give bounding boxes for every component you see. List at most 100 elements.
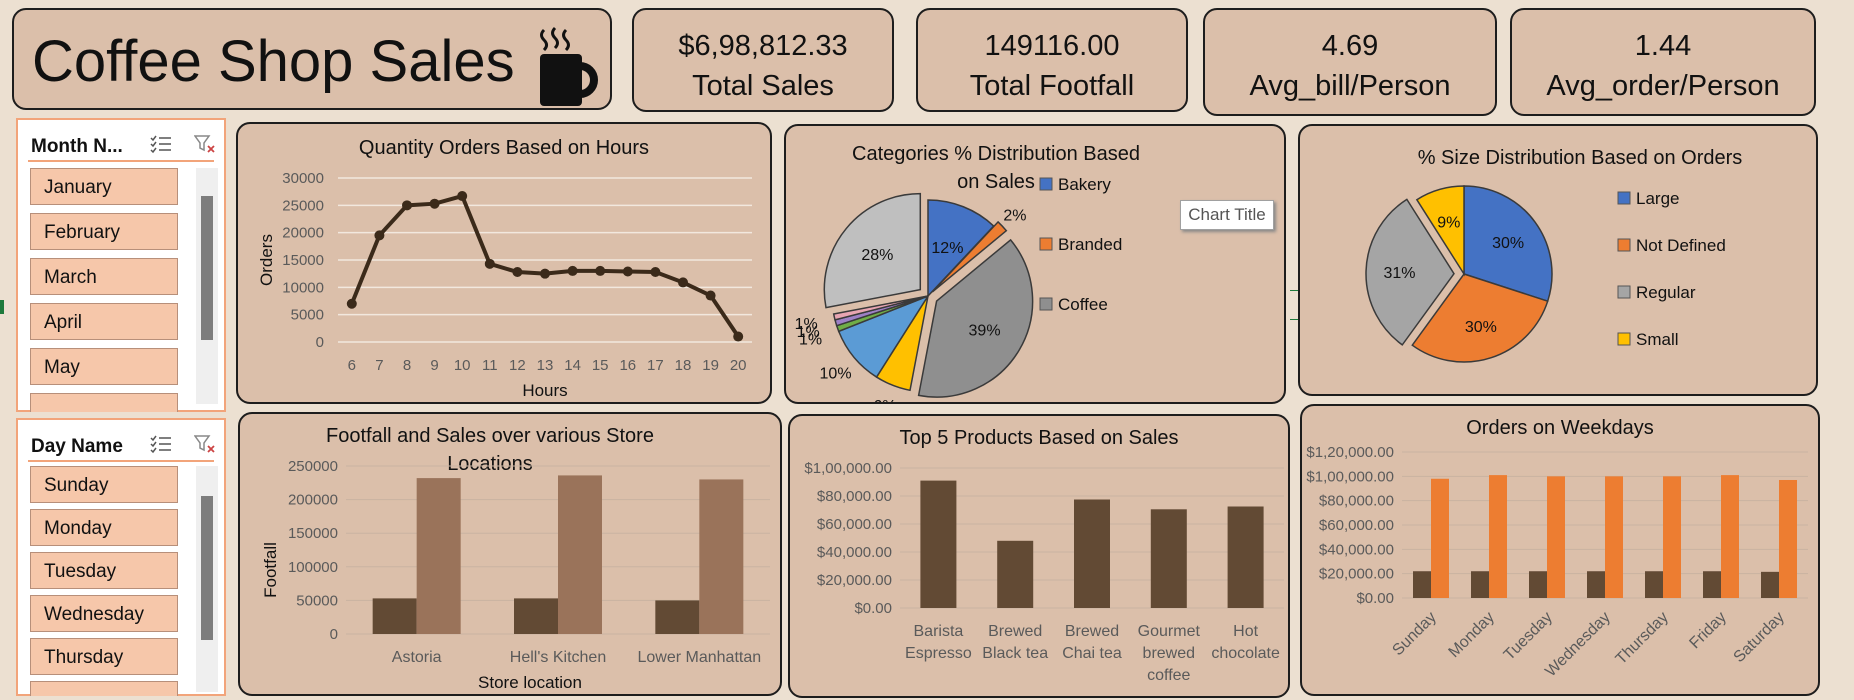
bar [372,598,417,634]
chart-hourly-orders[interactable]: Quantity Orders Based on Hours 30000 2500… [236,122,772,404]
legend-swatch [1039,237,1053,251]
x-tick-label: 9 [430,357,438,374]
y-tick-label: $0.00 [1356,590,1394,607]
kpi-total-footfall: 149116.00 Total Footfall [916,8,1188,112]
kpi-label: Total Footfall [969,70,1135,102]
month-slicer[interactable]: Month N... January February March April … [16,118,226,412]
bar [699,479,744,634]
x-tick-label: 20 [730,357,747,374]
bar [1761,571,1779,598]
legend-label: Regular [1636,283,1696,302]
legend-swatch [1039,177,1053,191]
chart-store-locations[interactable]: Footfall and Sales over various Store Lo… [238,412,782,696]
slice-label: 28% [861,247,893,264]
slicer-item-april[interactable]: April [30,303,178,340]
pie-chart: 30% 30% 31% 9% Large Not Defined Regular Small [1365,185,1726,363]
slicer-item-january[interactable]: January [30,168,178,205]
kpi-label: Avg_bill/Person [1249,70,1451,102]
multi-select-icon[interactable] [150,434,172,454]
kpi-label: Avg_order/Person [1546,70,1780,102]
chart-weekday-orders[interactable]: Orders on Weekdays $1,20,000.00 $1,00,000… [1300,404,1820,696]
bar [1587,571,1605,598]
x-tick-label: Thursday [1613,609,1672,668]
kpi-avg-bill: 4.69 Avg_bill/Person [1203,8,1497,116]
slicer-item-tuesday[interactable]: Tuesday [30,552,178,589]
x-axis-label: Hours [522,381,567,400]
slice-label: 10% [820,365,852,382]
title-banner: Coffee Shop Sales [12,8,612,110]
x-tick-label: Barista Espresso [905,623,972,662]
y-tick-label: 100000 [288,559,338,576]
clear-filter-icon[interactable] [194,434,216,454]
slicer-scrollbar-thumb[interactable] [201,196,213,340]
legend-swatch [1617,332,1631,346]
y-tick-label: $60,000.00 [817,516,892,533]
kpi-value: 1.44 [1634,30,1692,62]
bar [1471,571,1489,598]
slice-label: 12% [931,240,963,257]
x-tick-label: 12 [509,357,526,374]
x-tick-label: 14 [564,357,581,374]
x-tick-label: Sunday [1389,609,1439,659]
bar [1227,506,1264,608]
legend-swatch [1617,238,1631,252]
clear-filter-icon[interactable] [194,134,216,154]
day-slicer[interactable]: Day Name Sunday Monday Tuesday Wednesday… [16,418,226,696]
x-tick-label: 19 [702,357,719,374]
x-tick-label: Brewed Black tea [982,623,1048,662]
y-tick-label: $80,000.00 [1319,493,1394,510]
slice-label: 1% [795,316,818,333]
bar [920,480,957,608]
bar [1605,476,1623,598]
x-tick-label: Brewed Chai tea [1062,623,1122,662]
slicer-item-sunday[interactable]: Sunday [30,466,178,503]
connector-marker [1290,290,1298,320]
x-tick-label: 8 [403,357,411,374]
bar [1547,476,1565,598]
chart-top-products[interactable]: Top 5 Products Based on Sales $1,00,000.… [788,414,1290,698]
slicer-item-february[interactable]: February [30,213,178,250]
x-tick-label: Tuesday [1501,609,1556,664]
bar [514,598,558,634]
slicer-item-march[interactable]: March [30,258,178,295]
data-point [622,266,633,277]
multi-select-icon[interactable] [150,134,172,154]
sheet-row-marker [0,300,4,314]
bar [1645,571,1663,598]
x-tick-label: 13 [537,357,554,374]
kpi-avg-order: 1.44 Avg_order/Person [1510,8,1816,116]
y-tick-label: 25000 [282,197,324,214]
data-point [512,267,523,278]
bar [1150,509,1187,608]
chart-category-pie[interactable]: Categories % Distribution Based on Sales… [784,124,1286,404]
pie-chart: 12%2%39%6%10%1%1%1%28%BakeryBrandedCoffe… [795,175,1123,402]
dashboard-title: Coffee Shop Sales [32,29,515,94]
line-chart: 30000 25000 20000 15000 10000 5000 0 6 7 8 9 10 11 12… [257,170,752,400]
slicer-item-partial[interactable] [30,393,178,412]
y-axis-label: Orders [257,234,276,286]
legend-swatch [1617,191,1631,205]
slicer-item-partial[interactable] [30,681,178,696]
chart-size-pie[interactable]: % Size Distribution Based on Orders 30% 3… [1298,124,1818,396]
y-tick-label: 0 [330,626,338,643]
slicer-scrollbar-thumb[interactable] [201,496,213,640]
y-tick-label: 20000 [282,225,324,242]
bar [1663,476,1681,598]
legend-swatch [1039,297,1053,311]
x-tick-label: 17 [647,357,664,374]
chart-title-tooltip: Chart Title [1180,200,1274,230]
slicer-item-monday[interactable]: Monday [30,509,178,546]
x-tick-label: Lower Manhattan [638,649,762,666]
data-point [429,198,440,209]
y-tick-label: 150000 [288,525,338,542]
slicer-item-wednesday[interactable]: Wednesday [30,595,178,632]
bar-chart: $1,20,000.00 $1,00,000.00 $80,000.00 $60,00… [1306,444,1808,680]
x-tick-label: Saturday [1731,609,1788,666]
x-tick-label: Friday [1686,609,1729,652]
bar [1413,571,1431,598]
slicer-item-thursday[interactable]: Thursday [30,638,178,675]
slicer-item-may[interactable]: May [30,348,178,385]
y-tick-label: 30000 [282,170,324,187]
y-tick-label: 250000 [288,458,338,475]
data-point [346,298,357,309]
